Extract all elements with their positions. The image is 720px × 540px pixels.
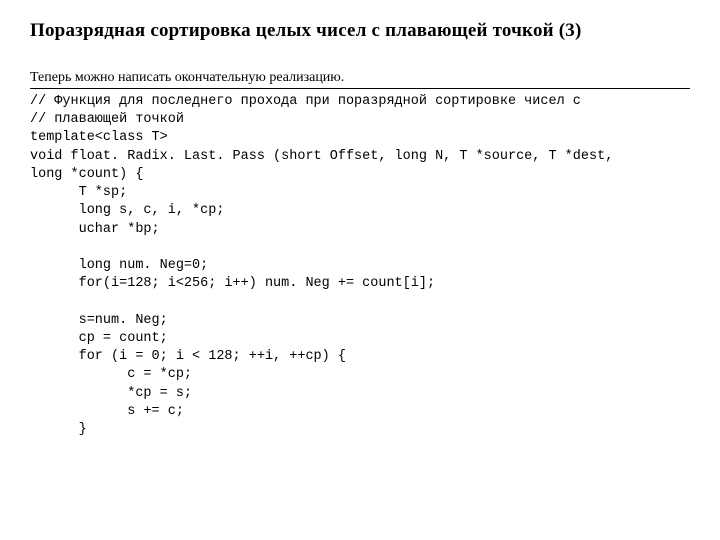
page-title: Поразрядная сортировка целых чисел с пла… xyxy=(30,20,690,42)
intro-text: Теперь можно написать окончательную реал… xyxy=(30,70,690,86)
code-block: // Функция для последнего прохода при по… xyxy=(30,88,690,439)
code-content: // Функция для последнего прохода при по… xyxy=(30,93,690,439)
